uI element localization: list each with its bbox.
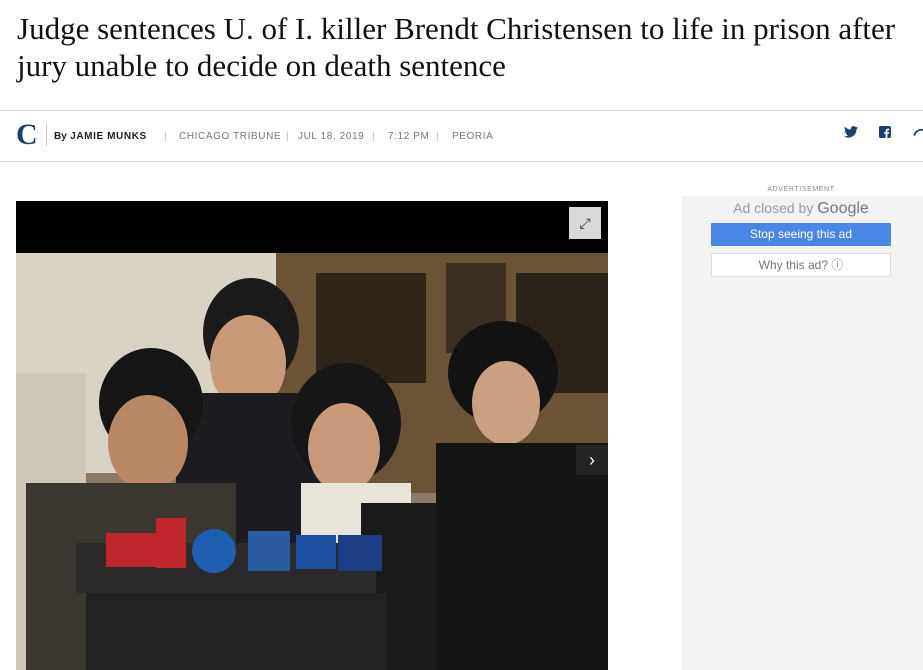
why-this-ad-button[interactable]: Why this ad? ⓘ bbox=[711, 253, 891, 277]
article-headline: Judge sentences U. of I. killer Brendt C… bbox=[17, 11, 896, 83]
photo-gallery[interactable]: ⤢ › bbox=[16, 201, 608, 670]
twitter-icon[interactable] bbox=[843, 126, 859, 142]
tribune-logo[interactable]: C bbox=[16, 120, 42, 150]
byline-prefix: By bbox=[54, 131, 67, 142]
ad-slot: Ad closed by Google Stop seeing this ad … bbox=[682, 196, 923, 670]
byline-separator: | bbox=[436, 131, 440, 142]
publish-date: JUL 18, 2019 bbox=[298, 131, 365, 142]
stop-seeing-ad-button[interactable]: Stop seeing this ad bbox=[711, 223, 891, 246]
gallery-photo bbox=[16, 253, 608, 670]
byline-separator: | bbox=[372, 131, 376, 142]
publish-time: 7:12 PM bbox=[388, 131, 430, 142]
advertisement-label: ADVERTISEMENT bbox=[767, 186, 835, 193]
expand-icon[interactable]: ⤢ bbox=[569, 207, 601, 239]
facebook-icon[interactable] bbox=[877, 126, 893, 142]
google-brand: Google bbox=[817, 200, 869, 217]
byline-bar: C By JAMIE MUNKS | CHICAGO TRIBUNE | JUL… bbox=[0, 112, 923, 161]
byline-separator: | bbox=[286, 131, 290, 142]
section-name[interactable]: PEORIA bbox=[452, 131, 493, 142]
share-icon[interactable] bbox=[911, 126, 923, 142]
ad-closed-text: Ad closed by bbox=[733, 200, 814, 216]
divider-bottom bbox=[0, 161, 923, 162]
logo-divider bbox=[46, 124, 47, 146]
author-name[interactable]: JAMIE MUNKS bbox=[70, 131, 147, 142]
outlet-name: CHICAGO TRIBUNE bbox=[179, 131, 282, 142]
author-byline[interactable]: By JAMIE MUNKS bbox=[54, 131, 147, 142]
byline-separator: | bbox=[164, 131, 168, 142]
divider-top bbox=[0, 110, 923, 111]
ad-closed-notice: Ad closed by Google bbox=[682, 200, 920, 218]
chevron-right-icon[interactable]: › bbox=[576, 445, 608, 475]
